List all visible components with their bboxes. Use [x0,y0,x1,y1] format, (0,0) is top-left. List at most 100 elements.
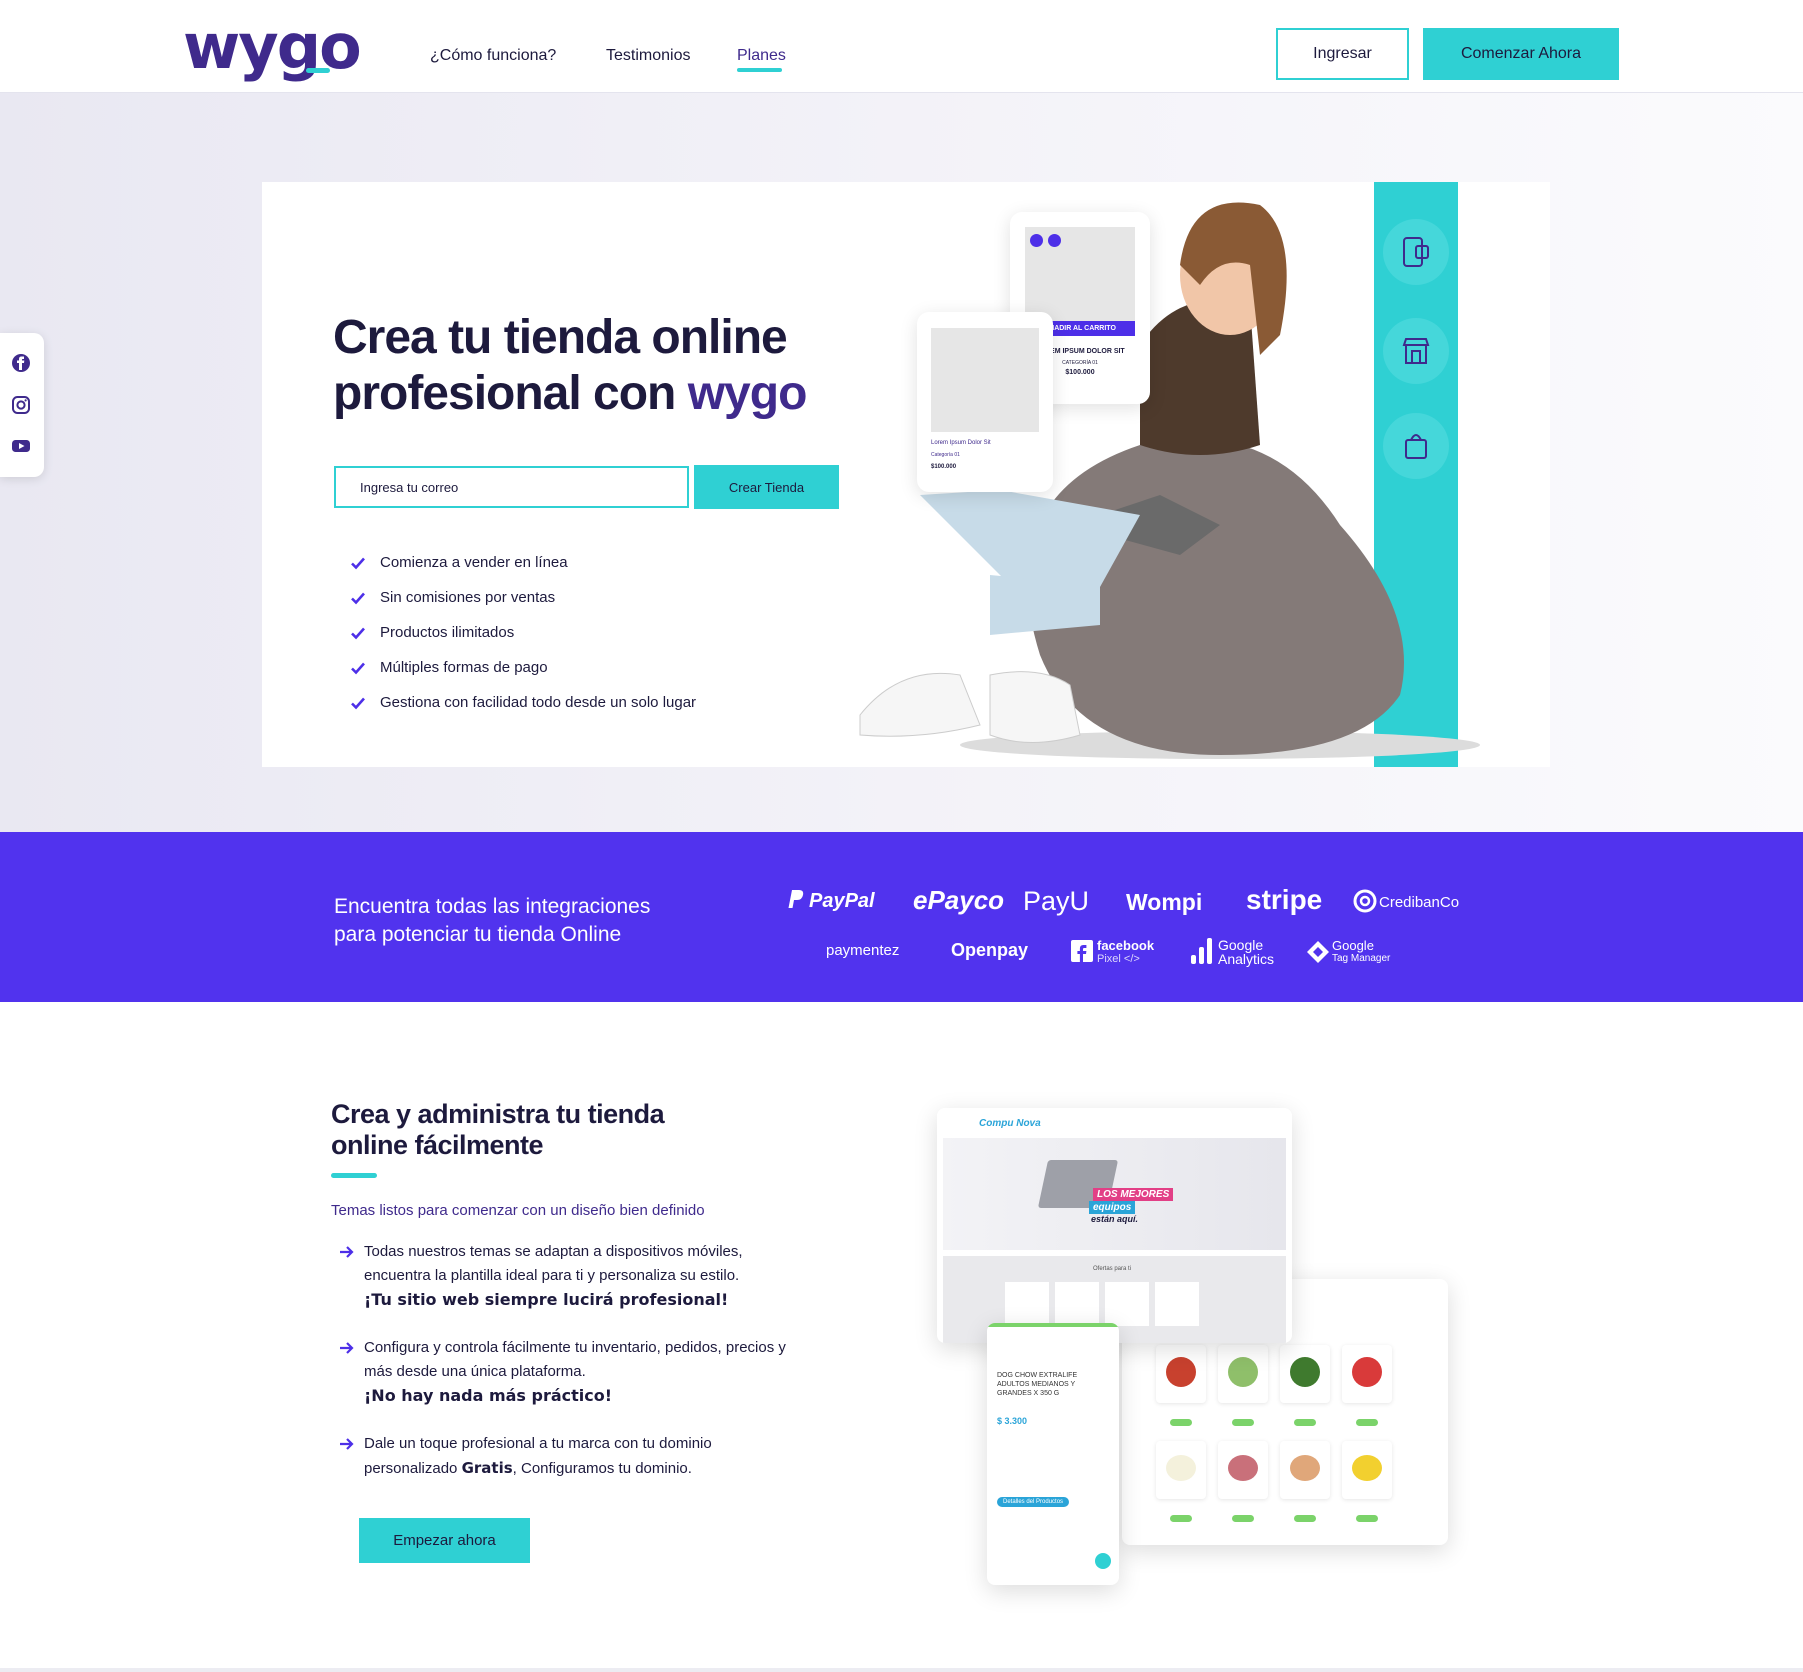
fruit-image [1352,1455,1382,1481]
facebook-square-icon [1071,940,1093,962]
fruit-image [1228,1455,1258,1481]
bullet-highlight: ¡Tu sitio web siempre lucirá profesional… [364,1290,729,1309]
arrow-right-icon [340,1342,354,1354]
offer-thumb [1105,1282,1149,1326]
section-title-accent [331,1173,377,1178]
list-item: Múltiples formas de pago [350,650,696,685]
tag-manager-icon [1307,941,1329,963]
product-category: Categoría 01 [931,452,960,458]
check-icon [351,697,365,709]
product-thumb [1280,1441,1330,1499]
list-item: Productos ilimitados [350,615,696,650]
product-thumb [1218,1345,1268,1403]
arrow-right-icon [340,1246,354,1258]
product-thumb [1342,1441,1392,1499]
banner-line2: equipos [1089,1201,1136,1214]
feature-text: Gestiona con facilidad todo desde un sol… [380,694,697,711]
feature-text: Múltiples formas de pago [380,659,548,676]
offers-label: Ofertas para ti [1093,1266,1132,1272]
product-thumb [1156,1441,1206,1499]
instagram-icon[interactable] [11,395,31,415]
payu-logo: PayU [1023,886,1090,916]
nav-como-funciona[interactable]: ¿Cómo funciona? [430,47,556,65]
mobile-details-tab: Detalles del Productos [997,1497,1070,1507]
add-pill [1294,1515,1316,1522]
mobile-product-name: DOG CHOW EXTRALIFE ADULTOS MEDIANOS Y GR… [997,1372,1078,1397]
add-pill [1170,1515,1192,1522]
stripe-logo: stripe [1246,884,1323,915]
feature-bullet: Todas nuestros temas se adaptan a dispos… [339,1240,799,1312]
add-pill [1232,1419,1254,1426]
add-pill [1294,1419,1316,1426]
start-now-button[interactable]: Comenzar Ahora [1423,28,1619,80]
openpay-logo: Openpay [951,940,1029,960]
nav-active-indicator [737,68,782,72]
fruit-image [1290,1455,1320,1481]
social-sidebar [0,333,44,477]
mobile-product-price: $ 3.300 [997,1416,1028,1426]
feature-text: Sin comisiones por ventas [380,589,556,606]
integrations-text-line1: Encuentra todas las integraciones [334,895,651,918]
product-thumb [1280,1345,1330,1403]
offer-thumb [1055,1282,1099,1326]
list-item: Gestiona con facilidad todo desde un sol… [350,685,696,720]
create-store-button[interactable]: Crear Tienda [694,465,839,509]
nav-testimonios[interactable]: Testimonios [606,47,690,65]
bullet-highlight: ¡No hay nada más práctico! [364,1386,613,1405]
integrations-text-line2: para potenciar tu tienda Online [334,923,622,946]
hero-title: Crea tu tienda online profesional con wy… [333,310,853,422]
credibanco-logo: CredibanCo [1353,889,1459,913]
computer-store-mockup: Compu Nova LOS MEJORES equipos están aqu… [937,1108,1292,1343]
nav-planes[interactable]: Planes [737,47,786,65]
integrations-band [0,832,1803,1002]
mock-banner: LOS MEJORES equipos están aquí. [943,1138,1286,1250]
section-subtitle: Temas listos para comenzar con un diseño… [331,1202,705,1219]
feature-bullet: Dale un toque profesional a tu marca con… [339,1432,799,1481]
analytics-bars-icon [1191,938,1212,964]
fruit-image [1166,1357,1196,1387]
paypal-icon [788,890,804,908]
product-thumb [1342,1345,1392,1403]
fruit-image [1166,1455,1196,1481]
banner-line1: LOS MEJORES [1093,1188,1174,1201]
list-item: Sin comisiones por ventas [350,580,696,615]
wygo-logo[interactable]: wygo [183,12,362,82]
product-thumb [1156,1345,1206,1403]
check-icon [351,662,365,674]
check-icon [351,627,365,639]
start-now-button-secondary[interactable]: Empezar ahora [359,1518,530,1563]
email-input[interactable] [334,466,689,508]
add-pill [1356,1515,1378,1522]
section-title-line1: Crea y administra tu tienda [331,1099,665,1129]
hero-title-line2: profesional con [333,367,676,420]
product-image-placeholder [931,328,1039,432]
mobile-product-mockup: DOG CHOW EXTRALIFE ADULTOS MEDIANOS Y GR… [987,1323,1119,1585]
feature-text: Comienza a vender en línea [380,554,568,571]
logo-accent-bar [306,68,330,73]
fruit-image [1352,1357,1382,1387]
search-icon [1030,234,1043,247]
paymentez-logo: paymentez [826,942,900,959]
product-thumb [1218,1441,1268,1499]
facebook-icon[interactable] [11,353,31,373]
feature-text: Productos ilimitados [380,624,515,641]
bullet-text: Configura y controla fácilmente tu inven… [364,1339,786,1380]
heart-icon [1048,234,1061,247]
integrations-text: Encuentra todas las integraciones para p… [334,893,674,949]
section-title-line2: online fácilmente [331,1130,544,1160]
hero-title-accent: wygo [687,367,808,420]
product-price: $100.000 [931,464,957,470]
add-pill [1356,1419,1378,1426]
product-name: Lorem Ipsum Dolor Sit [931,440,991,446]
mock-logo: Compu Nova [979,1118,1041,1129]
check-icon [351,592,365,604]
banner-line3: están aquí. [1091,1214,1139,1224]
hero-feature-list: Comienza a vender en línea Sin comisione… [350,545,696,720]
fruit-image [1228,1357,1258,1387]
epayco-logo: ePayco [913,885,1005,915]
credibanco-icon [1353,889,1377,913]
feature-bullet: Configura y controla fácilmente tu inven… [339,1336,799,1408]
youtube-icon[interactable] [11,436,31,456]
offer-thumb [1155,1282,1199,1326]
login-button[interactable]: Ingresar [1276,28,1409,80]
